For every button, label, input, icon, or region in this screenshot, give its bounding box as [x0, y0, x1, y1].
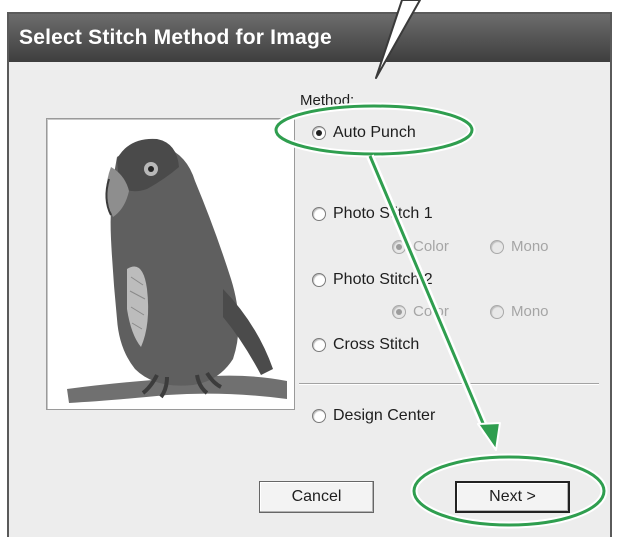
radio-design-center[interactable]: Design Center: [312, 407, 435, 425]
radio-cross-stitch[interactable]: Cross Stitch: [312, 336, 419, 354]
radio-photo-stitch-2-mono[interactable]: Mono: [490, 303, 549, 320]
select-stitch-method-dialog: Select Stitch Method for Image Method: A…: [7, 12, 612, 537]
cancel-button[interactable]: Cancel: [259, 481, 374, 513]
auto-punch-label: Auto Punch: [333, 124, 416, 141]
window-title: Select Stitch Method for Image: [19, 26, 332, 49]
image-preview: [46, 118, 295, 410]
next-button[interactable]: Next >: [455, 481, 570, 513]
radio-photo-stitch-1-mono[interactable]: Mono: [490, 238, 549, 255]
radio-button-icon[interactable]: [392, 239, 406, 254]
radio-photo-stitch-1[interactable]: Photo Stitch 1: [312, 205, 433, 223]
radio-photo-stitch-2[interactable]: Photo Stitch 2: [312, 271, 433, 289]
radio-button-icon[interactable]: [312, 409, 326, 423]
radio-button-icon[interactable]: [312, 126, 326, 140]
radio-photo-stitch-1-color[interactable]: Color: [392, 238, 449, 255]
mono-label: Mono: [511, 238, 549, 255]
color-label: Color: [413, 238, 449, 255]
mono-label: Mono: [511, 303, 549, 320]
radio-button-icon[interactable]: [490, 304, 504, 319]
radio-auto-punch[interactable]: Auto Punch: [312, 124, 416, 142]
design-center-label: Design Center: [333, 407, 436, 424]
radio-button-icon[interactable]: [312, 273, 326, 287]
photo-stitch-1-label: Photo Stitch 1: [333, 205, 433, 222]
photo-stitch-2-label: Photo Stitch 2: [333, 271, 433, 288]
title-bar: Select Stitch Method for Image: [9, 14, 610, 62]
radio-button-icon[interactable]: [392, 304, 406, 319]
cross-stitch-label: Cross Stitch: [333, 336, 420, 353]
radio-button-icon[interactable]: [312, 207, 326, 221]
method-label: Method:: [300, 92, 355, 109]
radio-photo-stitch-2-color[interactable]: Color: [392, 303, 449, 320]
color-label: Color: [413, 303, 449, 320]
radio-button-icon[interactable]: [312, 338, 326, 352]
radio-button-icon[interactable]: [490, 239, 504, 254]
separator-line: [299, 383, 599, 385]
parrot-image-icon: [67, 138, 287, 403]
